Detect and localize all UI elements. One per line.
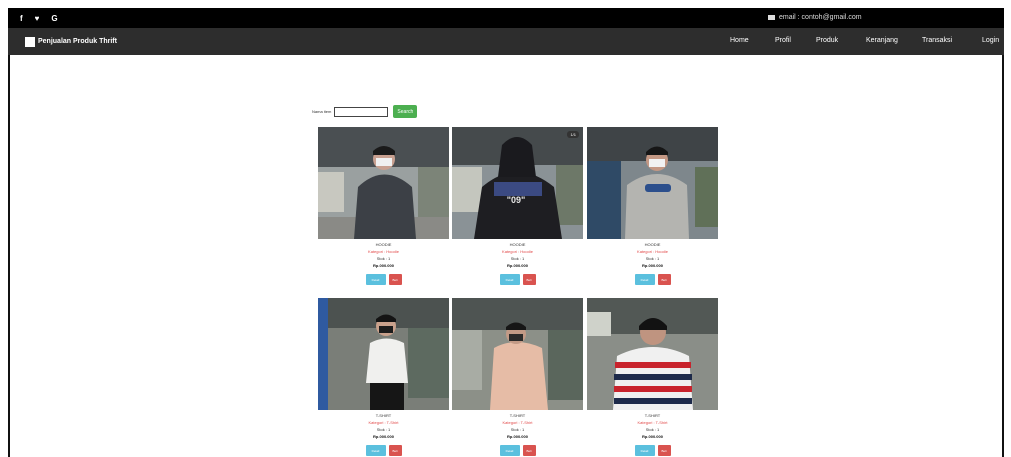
nav-login[interactable]: Login bbox=[982, 37, 999, 44]
image-count-badge: 1/1 bbox=[567, 131, 579, 138]
product-card: HOODIE Kategori : Hoodie Stok : 1 Rp.000… bbox=[587, 127, 718, 285]
nav-produk[interactable]: Produk bbox=[816, 37, 838, 44]
product-actions: Detail Beli bbox=[452, 445, 583, 456]
product-stock: Stok : 1 bbox=[645, 427, 660, 432]
detail-button[interactable]: Detail bbox=[499, 274, 520, 285]
envelope-icon bbox=[768, 15, 775, 20]
product-title: T-SHIRT bbox=[509, 413, 526, 418]
email-text: email : contoh@gmail.com bbox=[779, 14, 862, 21]
product-image[interactable] bbox=[587, 298, 718, 410]
buy-button[interactable]: Beli bbox=[657, 445, 671, 456]
brand-name: Penjualan Produk Thrift bbox=[38, 38, 117, 45]
product-title: HOODIE bbox=[375, 242, 392, 247]
detail-button[interactable]: Detail bbox=[499, 445, 520, 456]
nav-keranjang[interactable]: Keranjang bbox=[866, 37, 898, 44]
nav-home[interactable]: Home bbox=[730, 37, 749, 44]
product-category: Kategori : T-Shirt bbox=[502, 420, 533, 425]
product-price: Rp.000.000 bbox=[373, 263, 394, 268]
nav-profil[interactable]: Profil bbox=[775, 37, 791, 44]
buy-button[interactable]: Beli bbox=[522, 445, 536, 456]
buy-button[interactable]: Beli bbox=[522, 274, 536, 285]
detail-button[interactable]: Detail bbox=[365, 445, 386, 456]
twitter-icon[interactable]: ♥ bbox=[35, 14, 40, 23]
search-label: Nama item bbox=[312, 109, 332, 114]
logo-icon bbox=[25, 36, 35, 47]
product-stock: Stok : 1 bbox=[510, 427, 525, 432]
buy-button[interactable]: Beli bbox=[388, 445, 402, 456]
product-price: Rp.000.000 bbox=[373, 434, 394, 439]
product-image[interactable] bbox=[318, 127, 449, 239]
product-card: HOODIE Kategori : Hoodie Stok : 1 Rp.000… bbox=[318, 127, 449, 285]
product-card: T-SHIRT Kategori : T-Shirt Stok : 1 Rp.0… bbox=[318, 298, 449, 456]
product-image[interactable] bbox=[318, 298, 449, 410]
social-links: f ♥ G bbox=[20, 14, 58, 23]
buy-button[interactable]: Beli bbox=[388, 274, 402, 285]
product-image[interactable]: "09" 1/1 bbox=[452, 127, 583, 239]
product-actions: Detail Beli bbox=[318, 274, 449, 285]
product-title: HOODIE bbox=[509, 242, 526, 247]
product-image[interactable] bbox=[452, 298, 583, 410]
product-category: Kategori : T-Shirt bbox=[637, 420, 668, 425]
detail-button[interactable]: Detail bbox=[365, 274, 386, 285]
product-card: "09" 1/1 HOODIE Kategori : Hoodie Stok :… bbox=[452, 127, 583, 285]
svg-text:"09": "09" bbox=[507, 195, 526, 205]
product-stock: Stok : 1 bbox=[376, 427, 391, 432]
product-actions: Detail Beli bbox=[318, 445, 449, 456]
contact-email: email : contoh@gmail.com bbox=[768, 14, 862, 21]
product-title: HOODIE bbox=[644, 242, 661, 247]
product-card: T-SHIRT Kategori : T-Shirt Stok : 1 Rp.0… bbox=[587, 298, 718, 456]
brand[interactable]: Penjualan Produk Thrift bbox=[25, 36, 117, 47]
product-price: Rp.000.000 bbox=[507, 263, 528, 268]
product-price: Rp.000.000 bbox=[507, 434, 528, 439]
detail-button[interactable]: Detail bbox=[634, 445, 655, 456]
product-actions: Detail Beli bbox=[587, 274, 718, 285]
product-actions: Detail Beli bbox=[452, 274, 583, 285]
product-category: Kategori : Hoodie bbox=[502, 249, 533, 254]
product-stock: Stok : 1 bbox=[376, 256, 391, 261]
product-price: Rp.000.000 bbox=[642, 434, 663, 439]
product-card: T-SHIRT Kategori : T-Shirt Stok : 1 Rp.0… bbox=[452, 298, 583, 456]
product-stock: Stok : 1 bbox=[510, 256, 525, 261]
product-category: Kategori : Hoodie bbox=[368, 249, 399, 254]
facebook-icon[interactable]: f bbox=[20, 14, 23, 23]
navbar: Penjualan Produk Thrift Home Profil Prod… bbox=[8, 28, 1004, 55]
product-stock: Stok : 1 bbox=[645, 256, 660, 261]
top-bar: f ♥ G email : contoh@gmail.com bbox=[8, 8, 1004, 28]
product-image[interactable] bbox=[587, 127, 718, 239]
product-category: Kategori : Hoodie bbox=[637, 249, 668, 254]
search-form: Nama item Search bbox=[312, 105, 418, 118]
product-actions: Detail Beli bbox=[587, 445, 718, 456]
buy-button[interactable]: Beli bbox=[657, 274, 671, 285]
detail-button[interactable]: Detail bbox=[634, 274, 655, 285]
search-button[interactable]: Search bbox=[393, 105, 418, 118]
search-input[interactable] bbox=[334, 106, 389, 117]
google-icon[interactable]: G bbox=[51, 14, 57, 23]
nav-transaksi[interactable]: Transaksi bbox=[922, 37, 952, 44]
product-title: T-SHIRT bbox=[644, 413, 661, 418]
product-title: T-SHIRT bbox=[375, 413, 392, 418]
product-category: Kategori : T-Shirt bbox=[368, 420, 399, 425]
product-price: Rp.000.000 bbox=[642, 263, 663, 268]
